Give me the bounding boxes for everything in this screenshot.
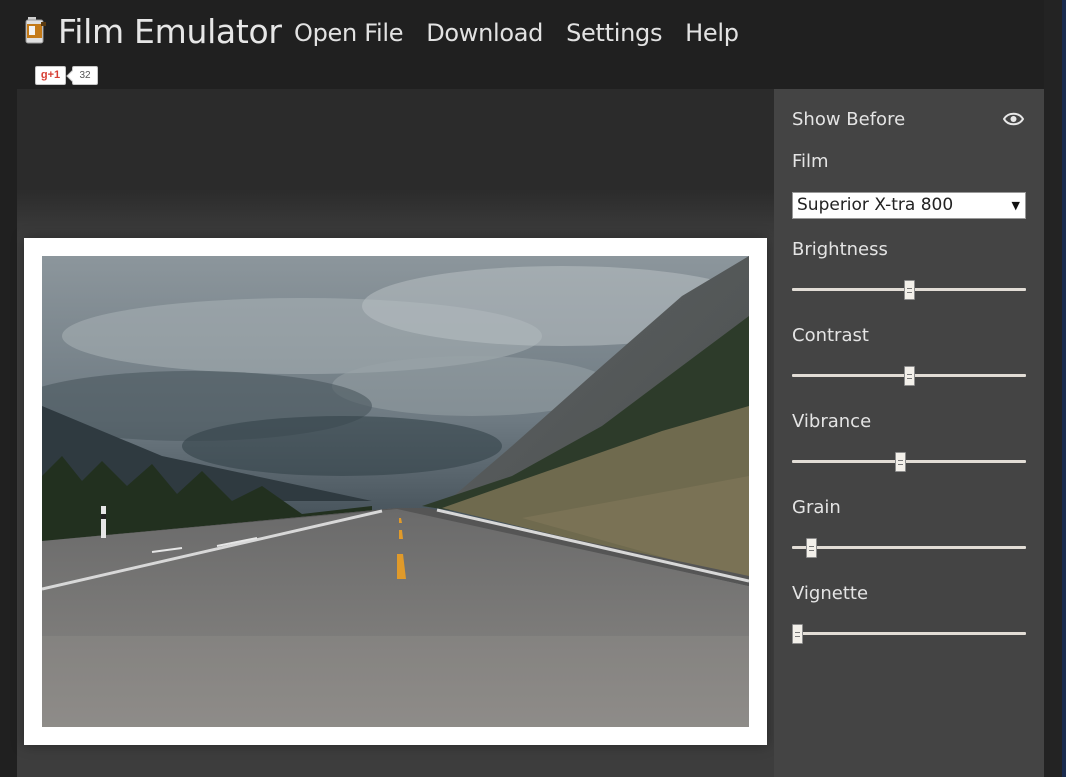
contrast-slider[interactable] [792, 366, 1026, 386]
film-select-value: Superior X-tra 800 [797, 195, 954, 215]
dropdown-arrow-icon: ▼ [1011, 199, 1020, 212]
brightness-slider[interactable] [792, 280, 1026, 300]
film-label: Film [792, 151, 829, 172]
window-scrollbar[interactable] [1044, 0, 1062, 777]
slider-track [792, 632, 1026, 635]
preview-image [42, 256, 749, 727]
slider-thumb[interactable] [792, 624, 803, 644]
nav-help[interactable]: Help [685, 19, 739, 47]
vignette-slider[interactable] [792, 624, 1026, 644]
nav-download[interactable]: Download [426, 19, 543, 47]
vibrance-label: Vibrance [792, 411, 872, 432]
vignette-label: Vignette [792, 583, 869, 604]
show-before-label[interactable]: Show Before [792, 109, 905, 130]
film-select[interactable]: Superior X-tra 800 ▼ [792, 192, 1026, 219]
nav-open-file[interactable]: Open File [294, 19, 404, 47]
slider-thumb[interactable] [904, 280, 915, 300]
slider-thumb[interactable] [806, 538, 817, 558]
brightness-label: Brightness [792, 239, 888, 260]
app-title: Film Emulator [58, 12, 282, 51]
film-canister-icon [25, 17, 46, 44]
slider-track [792, 460, 1026, 463]
window-border [1062, 0, 1066, 777]
google-plus-count: 32 [72, 66, 98, 85]
vibrance-slider[interactable] [792, 452, 1026, 472]
slider-thumb[interactable] [895, 452, 906, 472]
slider-track [792, 546, 1026, 549]
slider-thumb[interactable] [904, 366, 915, 386]
eye-icon[interactable] [1003, 111, 1024, 127]
nav-settings[interactable]: Settings [566, 19, 662, 47]
contrast-label: Contrast [792, 325, 869, 346]
main-nav: Open File Download Settings Help [294, 19, 739, 47]
grain-label: Grain [792, 497, 841, 518]
google-plus-button[interactable]: g+1 [35, 66, 66, 85]
grain-slider[interactable] [792, 538, 1026, 558]
